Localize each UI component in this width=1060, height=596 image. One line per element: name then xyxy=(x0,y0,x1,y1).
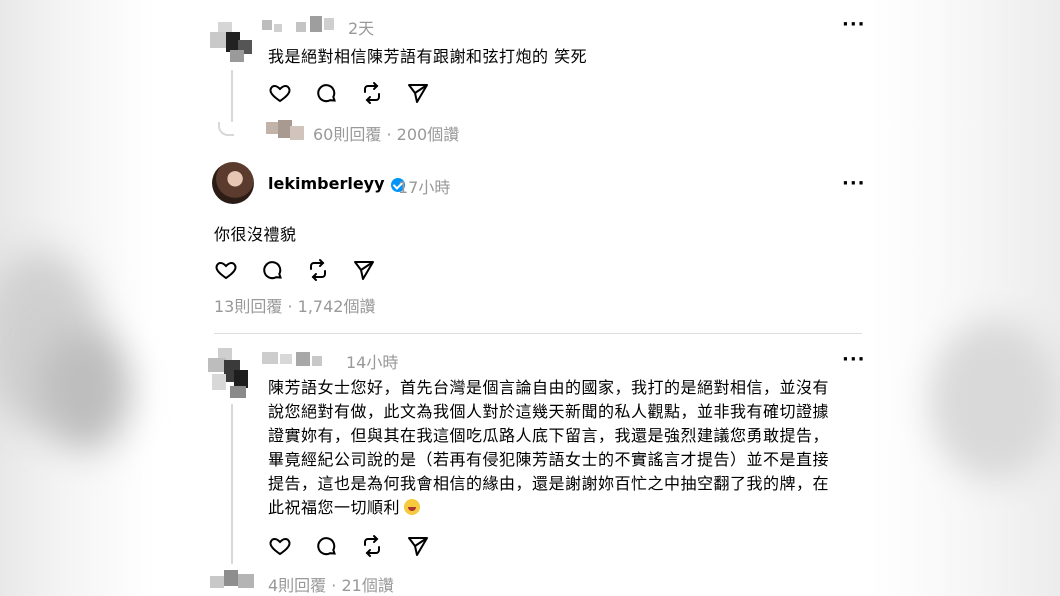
comment-last-line: 此祝福您一切順利 xyxy=(268,496,868,520)
reply-avatars xyxy=(266,120,306,142)
comment-timestamp: 2天 xyxy=(348,19,375,38)
comment-icon[interactable] xyxy=(260,258,284,282)
repost-icon[interactable] xyxy=(360,81,384,105)
comment-icon[interactable] xyxy=(314,81,338,105)
more-options-button[interactable]: ··· xyxy=(842,14,866,35)
heart-icon[interactable] xyxy=(268,81,292,105)
comment-text: 我是絕對相信陳芳語有跟謝和弦打炮的 笑死 xyxy=(268,47,588,66)
avatar[interactable] xyxy=(212,162,254,204)
background-blur-right xyxy=(870,0,1060,596)
heart-icon[interactable] xyxy=(268,534,292,558)
reply-avatars xyxy=(210,568,256,592)
comment-line: 證實妳有，但與其在我這個吃瓜路人底下留言，我還是強烈建議您勇敢提告， xyxy=(268,426,830,445)
comment-text: 你很沒禮貌 xyxy=(214,225,297,244)
comment-line: 陳芳語女士您好，首先台灣是個言論自由的國家，我打的是絕對相信，並沒有 xyxy=(268,378,830,397)
thread-line xyxy=(231,404,233,564)
reply-count-link[interactable]: 13則回覆 · 1,742個讚 xyxy=(214,293,375,317)
background-blur-left xyxy=(0,0,155,596)
thread-curve xyxy=(218,122,234,136)
avatar[interactable] xyxy=(208,18,256,64)
reply-count-link[interactable]: 4則回覆 · 21個讚 xyxy=(268,572,394,596)
comment-line: 此祝福您一切順利 xyxy=(268,498,401,517)
action-bar xyxy=(268,81,430,105)
heart-icon[interactable] xyxy=(214,258,238,282)
repost-icon[interactable] xyxy=(306,258,330,282)
comment-timestamp: 17小時 xyxy=(398,178,451,197)
send-icon[interactable] xyxy=(406,534,430,558)
grin-emoji-icon xyxy=(404,499,421,515)
username-redacted[interactable] xyxy=(262,14,342,36)
username[interactable]: lekimberleyy xyxy=(268,174,405,193)
comment-text: 陳芳語女士您好，首先台灣是個言論自由的國家，我打的是絕對相信，並沒有 說您絕對有… xyxy=(268,376,868,520)
comment-icon[interactable] xyxy=(314,534,338,558)
action-bar xyxy=(214,258,376,282)
comment-line: 提告，這也是為何我會相信的緣由，還是謝謝妳百忙之中抽空翻了我的牌，在 xyxy=(268,474,830,493)
action-bar xyxy=(268,534,430,558)
thread-line xyxy=(231,70,233,122)
send-icon[interactable] xyxy=(352,258,376,282)
repost-icon[interactable] xyxy=(360,534,384,558)
comment-line: 畢竟經紀公司說的是（若再有侵犯陳芳語女士的不實謠言才提告）並不是直接 xyxy=(268,450,830,469)
reply-count-link[interactable]: 60則回覆 · 200個讚 xyxy=(313,121,459,145)
more-options-button[interactable]: ··· xyxy=(842,349,866,370)
divider xyxy=(214,333,862,334)
comment-line: 說您絕對有做，此文為我個人對於這幾天新聞的私人觀點，並非我有確切證據 xyxy=(268,402,830,421)
username-redacted[interactable] xyxy=(262,348,340,370)
send-icon[interactable] xyxy=(406,81,430,105)
avatar[interactable] xyxy=(204,346,258,400)
comment-timestamp: 14小時 xyxy=(346,353,399,372)
more-options-button[interactable]: ··· xyxy=(842,173,866,194)
